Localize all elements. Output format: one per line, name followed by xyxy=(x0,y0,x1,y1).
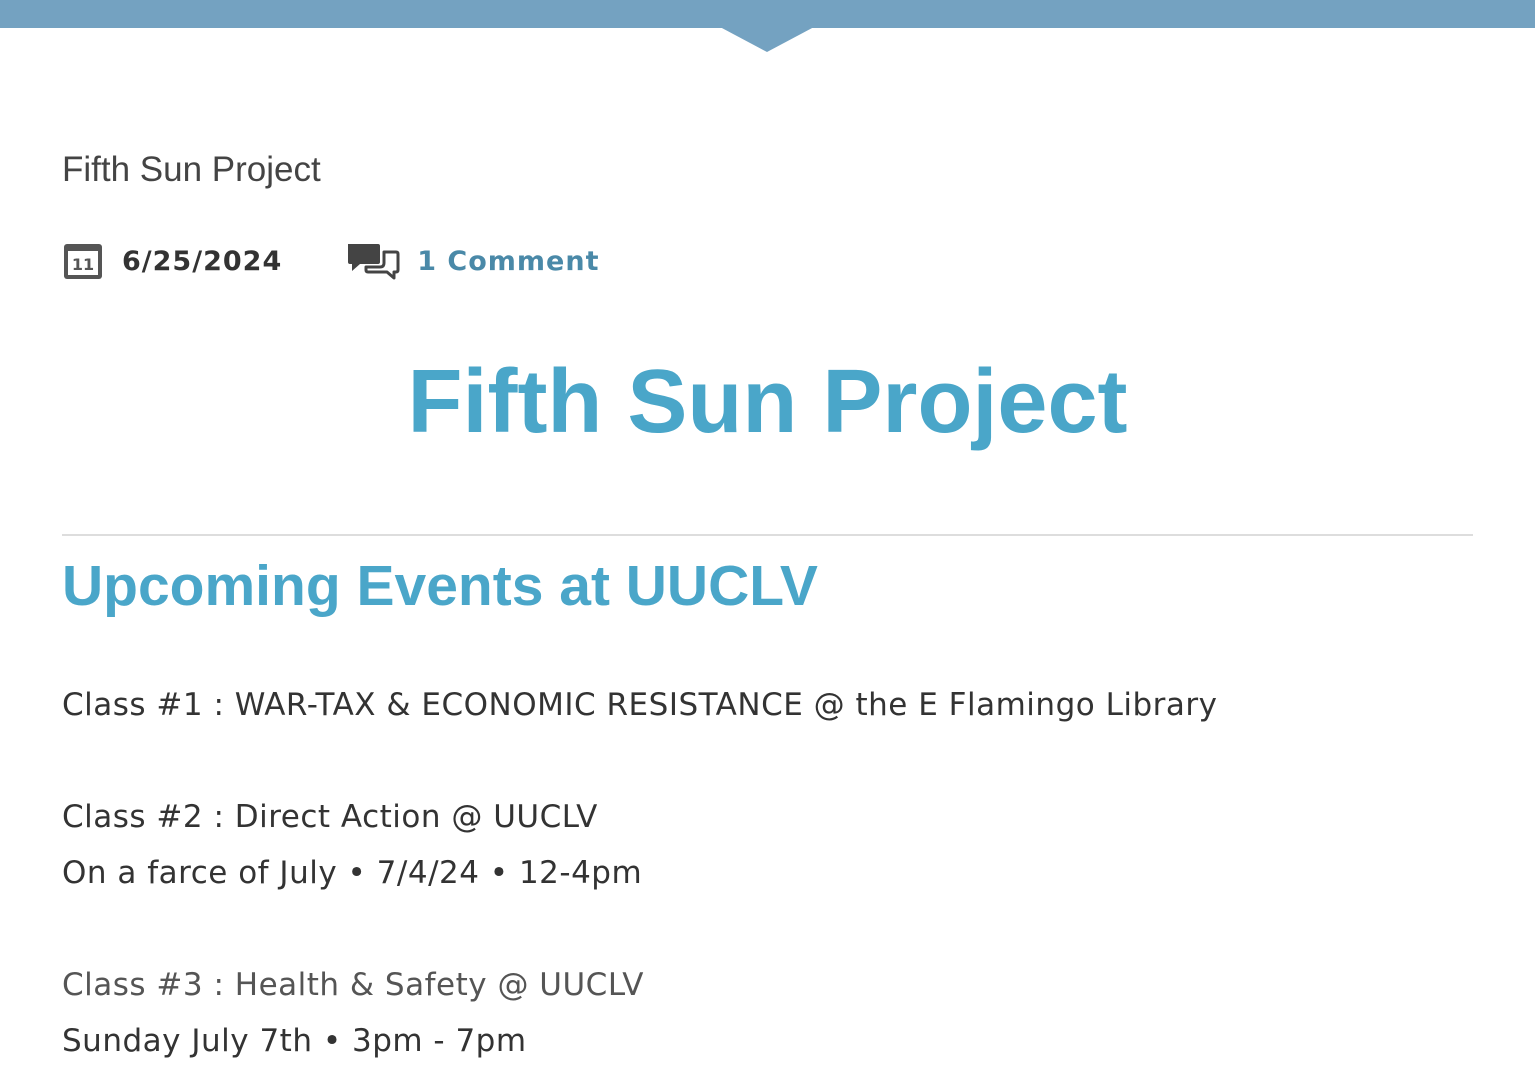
post-date: 6/25/2024 xyxy=(122,245,283,277)
event-class-2: Class #2 : Direct Action @ UUCLV xyxy=(62,799,598,835)
event-class-2-details: On a farce of July • 7/4/24 • 12-4pm xyxy=(62,855,643,891)
event-class-3-details: Sunday July 7th • 3pm - 7pm xyxy=(62,1023,527,1059)
calendar-icon-day: 11 xyxy=(72,255,94,274)
event-class-3: Class #3 : Health & Safety @ UUCLV xyxy=(62,967,644,1003)
section-divider xyxy=(62,534,1473,536)
top-banner-notch xyxy=(720,27,814,52)
comments-icon xyxy=(346,240,400,282)
section-heading: Upcoming Events at UUCLV xyxy=(62,554,818,618)
calendar-icon: 11 xyxy=(62,240,104,282)
post-title: Fifth Sun Project xyxy=(407,352,1128,452)
site-name[interactable]: Fifth Sun Project xyxy=(62,148,321,192)
event-class-1: Class #1 : WAR-TAX & ECONOMIC RESISTANCE… xyxy=(62,687,1218,723)
post-meta: 11 6/25/2024 1 Comment xyxy=(62,238,600,284)
top-banner-bar xyxy=(0,0,1535,28)
comments-link[interactable]: 1 Comment xyxy=(417,246,599,277)
